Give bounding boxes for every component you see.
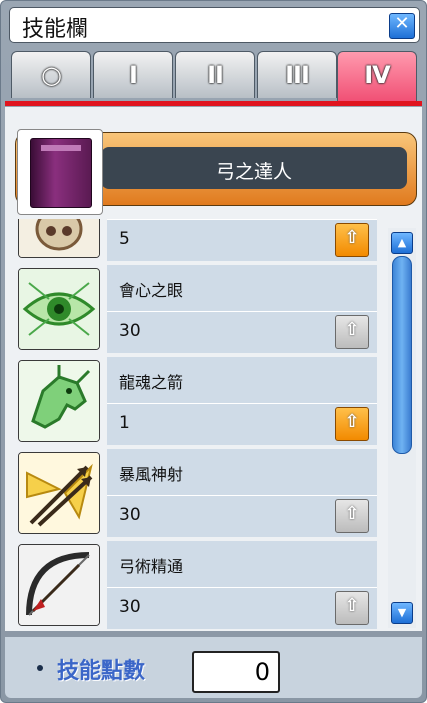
skill-up-button[interactable]: ⇧: [335, 591, 369, 625]
skill-up-button[interactable]: ⇧: [335, 315, 369, 349]
skill-row[interactable]: 弓術精通 30 ⇧: [15, 541, 377, 629]
tab-beginner[interactable]: ○: [11, 51, 91, 98]
tab-underline: [5, 101, 422, 106]
skill-up-button[interactable]: ⇧: [335, 499, 369, 533]
close-icon: ✕: [394, 13, 410, 34]
arrow-up-icon: ⇧: [344, 411, 360, 432]
skull-mask-icon: [18, 219, 100, 258]
tab-job-1[interactable]: I: [93, 51, 173, 98]
scroll-thumb[interactable]: [392, 256, 412, 454]
skill-list[interactable]: 5 ⇧ 會心之眼 30 ⇧ 龍魂之箭 1 ⇧ 暴風神射 30 ⇧ 弓術精通 30…: [5, 219, 422, 631]
skill-up-button[interactable]: ⇧: [335, 223, 369, 257]
skill-points-value: 0: [254, 658, 270, 686]
arrow-up-icon: ⇧: [344, 227, 360, 248]
skill-level: 5: [119, 229, 130, 249]
skill-level: 30: [119, 321, 141, 341]
job-tabs: ○ I II III IV: [11, 51, 417, 103]
skill-level: 30: [119, 505, 141, 525]
skill-window: 技能欄 ✕ ○ I II III IV 弓之達人 5 ⇧ 會心之眼 30 ⇧ 龍…: [0, 0, 427, 703]
eye-icon: [18, 268, 100, 350]
tab-job-3[interactable]: III: [257, 51, 337, 98]
crossed-arrows-icon: [18, 452, 100, 534]
title-bar[interactable]: 技能欄 ✕: [9, 7, 420, 43]
skill-points-footer: 技能點數 0: [5, 637, 422, 698]
dragon-icon: [18, 360, 100, 442]
skill-row[interactable]: 暴風神射 30 ⇧: [15, 449, 377, 537]
triangle-down-icon: ▼: [397, 606, 407, 619]
scrollbar[interactable]: ▲ ▼: [388, 228, 416, 628]
tab-job-4[interactable]: IV: [337, 51, 417, 102]
skill-name: 會心之眼: [119, 281, 184, 300]
close-button[interactable]: ✕: [389, 13, 415, 39]
job-name-box: 弓之達人: [101, 147, 407, 189]
skill-points-label: 技能點數: [57, 659, 146, 684]
bow-icon: [18, 544, 100, 626]
arrow-up-icon: ⇧: [344, 503, 360, 524]
skill-name: 暴風神射: [119, 465, 184, 484]
arrow-up-icon: ⇧: [344, 595, 360, 616]
tab-job-2[interactable]: II: [175, 51, 255, 98]
window-title: 技能欄: [22, 17, 89, 42]
scroll-up-button[interactable]: ▲: [391, 232, 413, 254]
skill-name: 龍魂之箭: [119, 373, 184, 392]
skill-points-box: 0: [192, 651, 280, 693]
skill-row[interactable]: 5 ⇧: [15, 219, 377, 261]
bullet-icon: [37, 665, 43, 671]
skill-row[interactable]: 會心之眼 30 ⇧: [15, 265, 377, 353]
skill-row[interactable]: 龍魂之箭 1 ⇧: [15, 357, 377, 445]
job-name: 弓之達人: [215, 161, 292, 183]
skill-up-button[interactable]: ⇧: [335, 407, 369, 441]
skill-level: 30: [119, 597, 141, 617]
scroll-down-button[interactable]: ▼: [391, 602, 413, 624]
job-book-icon: [17, 129, 103, 215]
skill-name: 弓術精通: [119, 557, 184, 576]
job-panel: 弓之達人: [5, 107, 422, 219]
skill-level: 1: [119, 413, 130, 433]
arrow-up-icon: ⇧: [344, 319, 360, 340]
triangle-up-icon: ▲: [397, 236, 407, 249]
